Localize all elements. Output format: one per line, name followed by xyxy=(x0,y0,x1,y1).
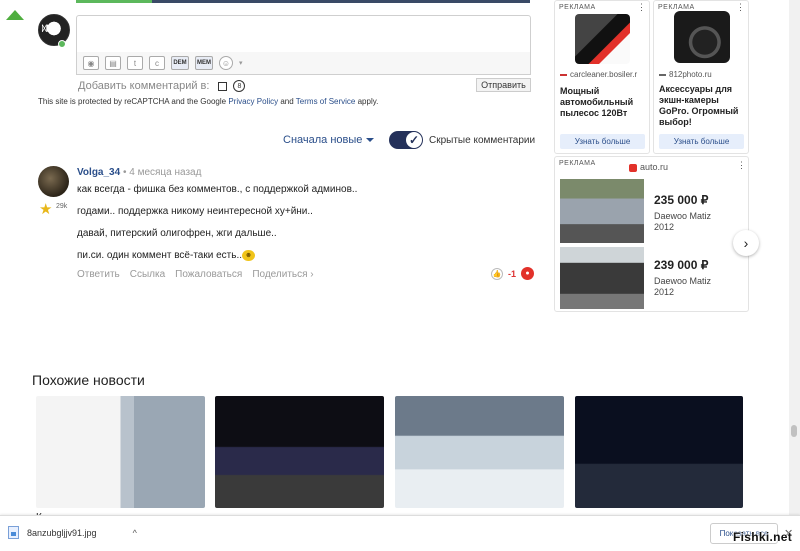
thumb-up-icon[interactable]: 👍 xyxy=(491,267,503,280)
ad-card-gopro[interactable]: РЕКЛАМА ⋮ 812photo.ru Аксессуары для экш… xyxy=(653,0,749,154)
recaptcha-and: and xyxy=(280,97,294,106)
chevron-down-icon xyxy=(366,138,375,143)
commenter-avatar[interactable] xyxy=(38,166,69,197)
car-image-2[interactable] xyxy=(560,247,644,309)
terms-link[interactable]: Terms of Service xyxy=(296,97,356,106)
car-model-1: Daewoo Matiz xyxy=(654,211,712,221)
share-link[interactable]: Поделиться › xyxy=(252,269,313,280)
rating-count: 29k xyxy=(56,203,68,210)
emoji-dropdown-icon[interactable]: ▾ xyxy=(239,59,243,67)
ad-card-vacuum[interactable]: РЕКЛАМА ⋮ carcleaner.bosiler.r Мощный ав… xyxy=(554,0,650,154)
news-thumb-night-street[interactable] xyxy=(575,396,743,508)
progress-fill xyxy=(76,0,152,3)
sort-label: Сначала новые xyxy=(283,134,363,146)
comment-line-text: пи.си. один коммент всё-таки есть.. xyxy=(77,250,242,262)
online-status-dot xyxy=(58,40,66,48)
ad-label: РЕКЛАМА xyxy=(559,160,596,167)
car-year-2: 2012 xyxy=(654,287,675,297)
download-filename[interactable]: 8anzubgljjv91.jpg xyxy=(27,528,97,538)
car-price-2[interactable]: 239 000 ₽ xyxy=(654,258,708,272)
ad-title[interactable]: Аксессуары для экшн-камеры GoPro. Огромн… xyxy=(659,84,747,128)
comment-line: годами.. поддержка никому неинтересной х… xyxy=(77,206,313,217)
emoji-icon[interactable]: ☺ xyxy=(219,56,233,70)
image-file-icon xyxy=(8,526,19,539)
learn-more-button[interactable]: Узнать больше xyxy=(659,134,744,149)
comment-score: -1 xyxy=(508,268,517,279)
recaptcha-suffix: apply. xyxy=(357,97,379,106)
smiley-icon: ☻ xyxy=(242,250,255,261)
link-link[interactable]: Ссылка xyxy=(130,269,165,280)
scrollbar-thumb[interactable] xyxy=(791,425,797,437)
comment-time: • 4 месяца назад xyxy=(122,167,202,178)
reply-link[interactable]: Ответить xyxy=(77,269,120,280)
ad-next-chevron-icon[interactable]: › xyxy=(733,230,759,256)
ad-title[interactable]: Мощный автомобильный пылесос 120Вт xyxy=(560,86,648,119)
mem-button[interactable]: MEM xyxy=(195,56,213,70)
car-model-2: Daewoo Matiz xyxy=(654,276,712,286)
add-comment-to: Добавить комментарий в: 8 xyxy=(78,80,246,92)
ad-label: РЕКЛАМА xyxy=(658,4,695,11)
learn-more-button[interactable]: Узнать больше xyxy=(560,134,645,149)
twitter-icon[interactable]: t xyxy=(127,56,143,70)
download-bar: 8anzubgljjv91.jpg ^ xyxy=(0,515,800,551)
thumb-down-icon[interactable]: ● xyxy=(521,267,535,280)
comment-author[interactable]: Volga_34 xyxy=(77,167,120,178)
coub-icon[interactable]: c xyxy=(149,56,165,70)
car-year-1: 2012 xyxy=(654,222,675,232)
download-item[interactable]: 8anzubgljjv91.jpg ^ xyxy=(8,526,137,539)
send-button[interactable]: Отправить xyxy=(476,78,531,92)
ad-source-text: carcleaner.bosiler.r xyxy=(570,70,638,79)
auto-ru-icon xyxy=(629,163,637,172)
video-icon[interactable]: ▤ xyxy=(105,56,121,70)
hidden-comments-toggle[interactable]: ✓ xyxy=(389,131,423,149)
more-options-icon[interactable]: ⋮ xyxy=(637,2,646,13)
more-options-icon[interactable]: ⋮ xyxy=(736,2,745,13)
gopro-cage-image[interactable] xyxy=(674,11,730,63)
vacuum-image[interactable] xyxy=(575,14,630,64)
comment-meta: Volga_34 • 4 месяца назад xyxy=(77,167,201,178)
scroll-up-arrow-icon[interactable] xyxy=(6,10,24,20)
comment-actions: Ответить Ссылка Пожаловаться Поделиться … xyxy=(77,269,314,280)
photo-icon[interactable]: ◉ xyxy=(83,56,99,70)
add-comment-checkbox[interactable] xyxy=(218,81,228,91)
ad-source: auto.ru xyxy=(629,162,668,172)
ad-card-auto[interactable]: РЕКЛАМА auto.ru ⋮ 235 000 ₽ Daewoo Matiz… xyxy=(554,156,749,312)
ad-source-text: auto.ru xyxy=(640,162,669,172)
comment-vote: 👍 -1 ● xyxy=(491,267,535,280)
ad-source-text: 812photo.ru xyxy=(669,70,712,79)
source-mark-icon xyxy=(560,73,567,76)
ad-label: РЕКЛАМА xyxy=(559,4,596,11)
news-thumb-snow-car[interactable] xyxy=(395,396,564,508)
ad-source: carcleaner.bosiler.r xyxy=(560,70,637,79)
car-price-1[interactable]: 235 000 ₽ xyxy=(654,193,708,207)
recaptcha-notice: This site is protected by reCAPTCHA and … xyxy=(38,97,378,106)
comment-line-last: пи.си. один коммент всё-таки есть.. ☻ xyxy=(77,250,255,261)
ad-source: 812photo.ru xyxy=(659,70,712,79)
more-options-icon[interactable]: ⋮ xyxy=(737,160,746,171)
report-link[interactable]: Пожаловаться xyxy=(175,269,242,280)
source-mark-icon xyxy=(659,73,666,76)
chevron-up-icon[interactable]: ^ xyxy=(133,528,137,538)
scrollbar[interactable] xyxy=(789,0,800,515)
comment-line: как всегда - фишка без комментов., с под… xyxy=(77,184,358,195)
fishki-watermark: Fishki.net xyxy=(733,530,793,544)
news-thumb-cars-night[interactable] xyxy=(215,396,384,508)
top-progress-bar xyxy=(76,0,530,3)
dem-button[interactable]: DEM xyxy=(171,56,189,70)
similar-news-title: Похожие новости xyxy=(32,372,145,388)
car-image-1[interactable] xyxy=(560,179,644,243)
avatar-art: ᛞᚱᚹᛒ xyxy=(42,24,58,33)
hidden-comments-label: Скрытые комментарии xyxy=(429,135,536,146)
news-thumb-floorplan[interactable] xyxy=(36,396,205,508)
add-comment-label: Добавить комментарий в: xyxy=(78,80,210,92)
editor-toolbar: ◉ ▤ t c DEM MEM ☺ ▾ xyxy=(76,52,531,75)
privacy-policy-link[interactable]: Privacy Policy xyxy=(228,97,278,106)
comment-line: давай, питерский олигофрен, жги дальше.. xyxy=(77,228,277,239)
sort-dropdown[interactable]: Сначала новые xyxy=(283,134,375,146)
help-circle-icon[interactable]: 8 xyxy=(233,80,246,92)
star-icon: ★ xyxy=(39,201,53,218)
recaptcha-prefix: This site is protected by reCAPTCHA and … xyxy=(38,97,227,106)
check-icon: ✓ xyxy=(406,132,422,148)
